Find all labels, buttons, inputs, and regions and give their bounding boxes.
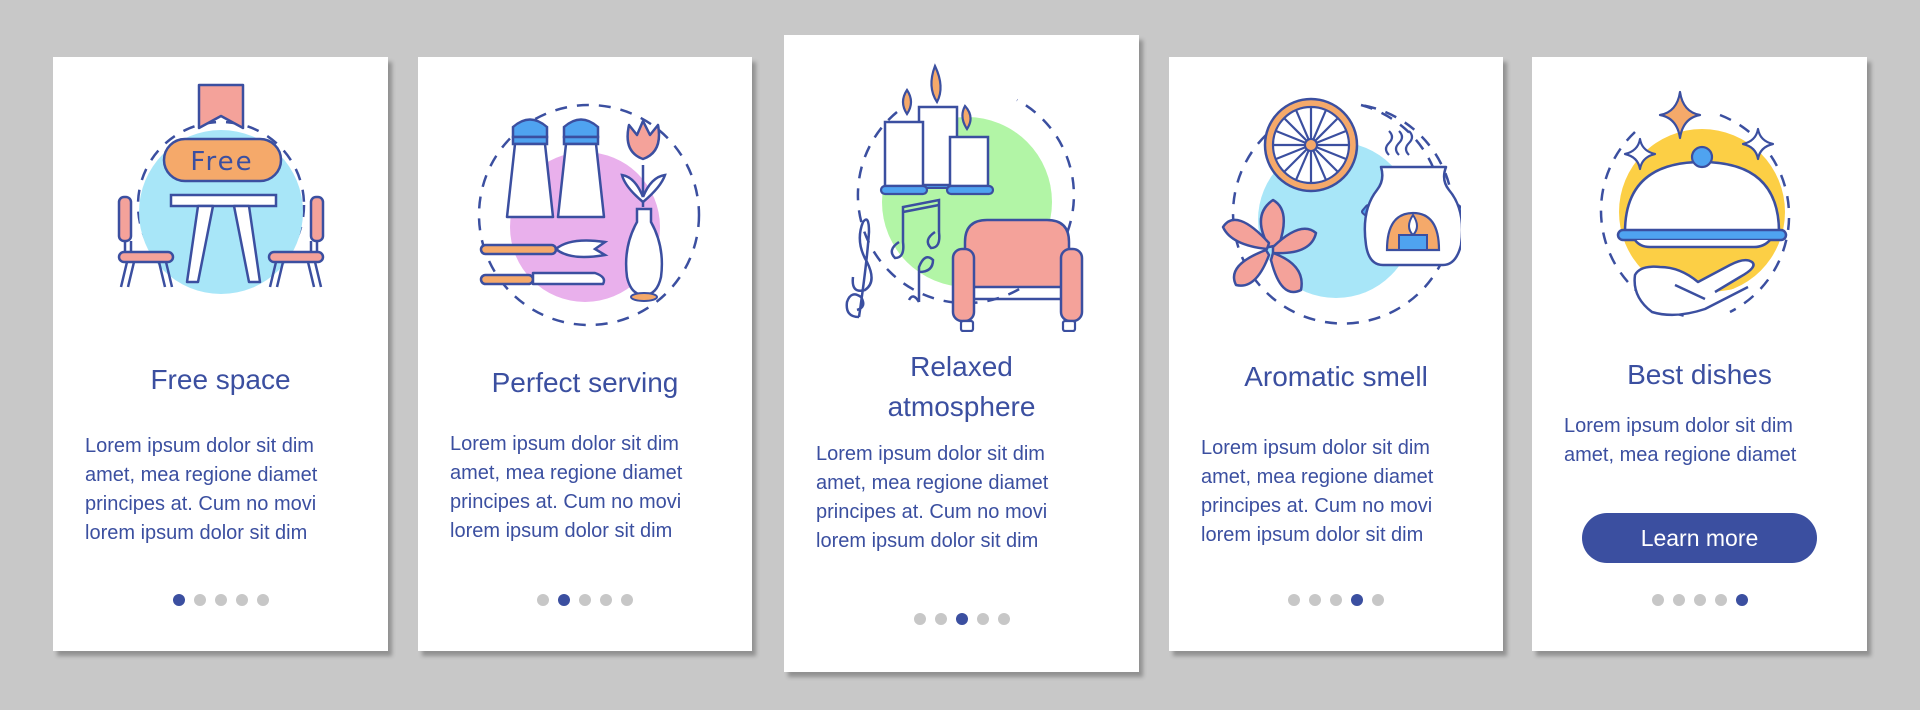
card-description: Lorem ipsum dolor sit dim amet, mea regi… — [816, 443, 1049, 552]
page-dot-4[interactable] — [235, 594, 248, 606]
table-chairs-illustration: Free — [53, 82, 388, 322]
page-dot-5[interactable] — [997, 613, 1010, 625]
aroma-illustration — [1169, 95, 1503, 325]
card-title: Free space — [150, 364, 291, 395]
page-dot-3[interactable] — [579, 594, 591, 606]
page-dot-1[interactable] — [913, 613, 926, 625]
onboarding-card-aromatic-smell: Aromatic smell Lorem ipsum dolor sit dim… — [1169, 57, 1503, 651]
page-dot-4[interactable] — [976, 613, 989, 625]
learn-more-button[interactable]: Learn more — [1582, 513, 1817, 563]
page-dot-3[interactable] — [214, 594, 227, 606]
page-dot-5[interactable] — [1735, 594, 1748, 606]
page-dot-5[interactable] — [1372, 594, 1384, 606]
pagination-dots — [1169, 594, 1503, 606]
page-dot-4[interactable] — [600, 594, 612, 606]
page-dot-2[interactable] — [1309, 594, 1321, 606]
card-description: Lorem ipsum dolor sit dim amet, mea regi… — [1201, 437, 1434, 546]
card-title: Perfect serving — [491, 367, 679, 398]
candles-music-armchair-icon — [845, 63, 1083, 332]
page-dot-4[interactable] — [1714, 594, 1727, 606]
pagination-dots — [784, 613, 1139, 625]
card-description: Lorem ipsum dolor sit dim amet, mea regi… — [85, 435, 318, 544]
page-dot-5[interactable] — [256, 594, 269, 606]
card-title: Relaxed atmosphere — [887, 351, 1036, 422]
pagination-dots — [418, 594, 752, 606]
page-dot-1[interactable] — [1651, 594, 1664, 606]
table-chairs-icon: Free — [117, 83, 324, 294]
dishes-illustration — [1532, 87, 1867, 327]
pagination-dots — [1532, 594, 1867, 606]
onboarding-card-best-dishes: Best dishes Lorem ipsum dolor sit dim am… — [1532, 57, 1867, 651]
page-dot-3[interactable] — [955, 613, 968, 625]
page-dot-2[interactable] — [934, 613, 947, 625]
onboarding-card-perfect-serving: Perfect serving Lorem ipsum dolor sit di… — [418, 57, 752, 651]
page-dot-3[interactable] — [1693, 594, 1706, 606]
card-title: Aromatic smell — [1244, 361, 1428, 392]
page-dot-1[interactable] — [1288, 594, 1300, 606]
page-dot-2[interactable] — [193, 594, 206, 606]
salt-pepper-cutlery-vase-icon — [477, 103, 701, 327]
pagination-dots — [53, 594, 388, 606]
onboarding-card-relaxed-atmosphere: Relaxed atmosphere Lorem ipsum dolor sit… — [784, 35, 1139, 672]
onboarding-card-free-space: Free Free space Lorem ipsum dolor sit di… — [53, 57, 388, 651]
card-description: Lorem ipsum dolor sit dim amet, mea regi… — [1564, 415, 1797, 466]
card-title: Best dishes — [1627, 359, 1772, 390]
free-sign-text: Free — [190, 147, 253, 177]
page-dot-2[interactable] — [558, 594, 570, 606]
relax-illustration — [784, 62, 1139, 332]
page-dot-1[interactable] — [172, 594, 185, 606]
page-dot-3[interactable] — [1330, 594, 1342, 606]
citrus-flower-aroma-lamp-icon — [1221, 97, 1461, 325]
page-dot-5[interactable] — [621, 594, 633, 606]
page-dot-4[interactable] — [1351, 594, 1363, 606]
card-description: Lorem ipsum dolor sit dim amet, mea regi… — [450, 433, 683, 542]
serving-illustration — [418, 97, 752, 327]
page-dot-1[interactable] — [537, 594, 549, 606]
page-dot-2[interactable] — [1672, 594, 1685, 606]
cloche-on-hand-icon — [1599, 90, 1790, 319]
